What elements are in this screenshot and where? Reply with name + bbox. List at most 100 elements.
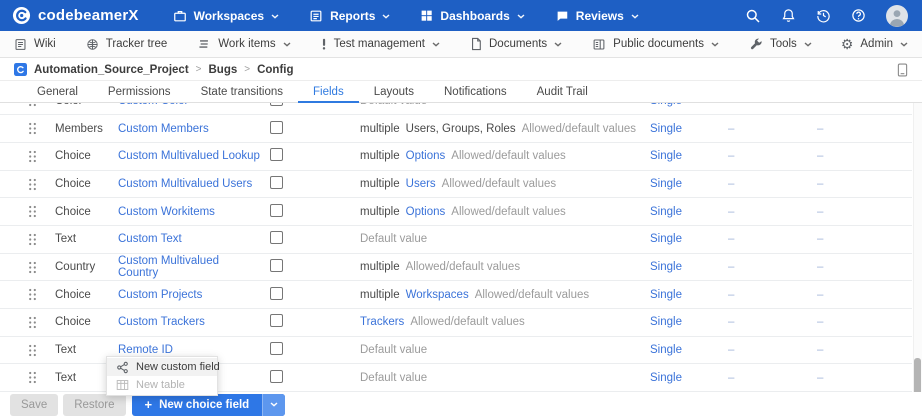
drag-handle[interactable] bbox=[28, 288, 55, 301]
single-cell: Single bbox=[650, 372, 728, 384]
breadcrumb-item-bugs[interactable]: Bugs bbox=[209, 64, 238, 76]
field-checkbox[interactable] bbox=[270, 342, 283, 355]
single-link[interactable]: Single bbox=[650, 178, 682, 190]
drag-handle[interactable] bbox=[28, 103, 55, 107]
tab-fields[interactable]: Fields bbox=[298, 82, 359, 102]
field-name-link[interactable]: Custom Workitems bbox=[118, 206, 215, 218]
field-values: Default value bbox=[360, 372, 650, 384]
field-values: multipleOptionsAllowed/default values bbox=[360, 206, 650, 218]
single-link[interactable]: Single bbox=[650, 372, 682, 384]
field-checkbox[interactable] bbox=[270, 287, 283, 300]
single-link[interactable]: Single bbox=[650, 344, 682, 356]
restore-button[interactable]: Restore bbox=[63, 394, 125, 416]
field-checkbox[interactable] bbox=[270, 103, 283, 106]
single-link[interactable]: Single bbox=[650, 206, 682, 218]
breadcrumb: Automation_Source_Project >Bugs>Config bbox=[0, 59, 922, 81]
field-values-text: Default value bbox=[360, 344, 427, 356]
field-values-text: Default value bbox=[360, 103, 427, 107]
history-icon[interactable] bbox=[816, 8, 831, 23]
toolbar-item-tools[interactable]: Tools bbox=[749, 37, 812, 51]
empty-value: – bbox=[817, 344, 912, 356]
drag-handle[interactable] bbox=[28, 205, 55, 218]
field-values-link[interactable]: Workspaces bbox=[406, 289, 469, 301]
new-choice-field-caret[interactable] bbox=[262, 394, 285, 416]
help-icon[interactable] bbox=[851, 8, 866, 23]
top-menu-label: Workspaces bbox=[194, 9, 264, 23]
vertical-scrollbar[interactable] bbox=[913, 103, 922, 417]
field-name-link[interactable]: Custom Multivalued Users bbox=[118, 178, 252, 190]
field-checkbox-cell bbox=[262, 259, 360, 275]
field-values-link[interactable]: Options bbox=[406, 206, 446, 218]
toolbar-item-public-documents[interactable]: Public documents bbox=[592, 38, 719, 51]
single-link[interactable]: Single bbox=[650, 150, 682, 162]
bookmark-icon[interactable] bbox=[897, 63, 908, 77]
top-menu-reviews[interactable]: Reviews bbox=[555, 9, 639, 23]
toolbar-item-admin[interactable]: ⚙ Admin bbox=[841, 37, 908, 51]
tab-general[interactable]: General bbox=[22, 82, 93, 102]
public-document-icon bbox=[592, 38, 606, 51]
tab-layouts[interactable]: Layouts bbox=[359, 82, 429, 102]
toolbar-item-documents[interactable]: Documents bbox=[470, 37, 562, 51]
single-link[interactable]: Single bbox=[650, 103, 682, 107]
single-cell: Single bbox=[650, 123, 728, 135]
field-checkbox[interactable] bbox=[270, 148, 283, 161]
tab-audit-trail[interactable]: Audit Trail bbox=[522, 82, 603, 102]
field-name-link[interactable]: Custom Members bbox=[118, 123, 209, 135]
toolbar-item-tracker-tree[interactable]: Tracker tree bbox=[86, 38, 168, 51]
field-name-link[interactable]: Remote ID bbox=[118, 344, 173, 356]
drag-handle[interactable] bbox=[28, 178, 55, 191]
drag-handle[interactable] bbox=[28, 371, 55, 384]
field-type: Choice bbox=[55, 316, 118, 328]
tab-state-transitions[interactable]: State transitions bbox=[186, 82, 298, 102]
field-values-link[interactable]: Users bbox=[406, 178, 436, 190]
avatar[interactable] bbox=[886, 5, 908, 27]
field-checkbox[interactable] bbox=[270, 314, 283, 327]
single-link[interactable]: Single bbox=[650, 261, 682, 273]
field-name-link[interactable]: Custom Multivalued Lookup bbox=[118, 150, 260, 162]
field-name-link[interactable]: Custom Trackers bbox=[118, 316, 205, 328]
field-checkbox[interactable] bbox=[270, 259, 283, 272]
field-name-link[interactable]: Custom Text bbox=[118, 233, 182, 245]
field-checkbox[interactable] bbox=[270, 204, 283, 217]
config-tabs: GeneralPermissionsState transitionsField… bbox=[0, 82, 922, 103]
field-checkbox[interactable] bbox=[270, 121, 283, 134]
field-values-text: Users, Groups, Roles bbox=[406, 123, 516, 135]
field-checkbox[interactable] bbox=[270, 370, 283, 383]
drag-handle[interactable] bbox=[28, 233, 55, 246]
save-button[interactable]: Save bbox=[10, 394, 58, 416]
menu-item-new-custom-field[interactable]: New custom field bbox=[107, 358, 217, 376]
toolbar-item-test-management[interactable]: Test management bbox=[321, 37, 440, 51]
field-values-link[interactable]: Options bbox=[406, 150, 446, 162]
menu-item-label: New table bbox=[136, 379, 185, 391]
field-checkbox[interactable] bbox=[270, 231, 283, 244]
single-link[interactable]: Single bbox=[650, 233, 682, 245]
top-menu-reports[interactable]: Reports bbox=[309, 9, 390, 23]
drag-handle[interactable] bbox=[28, 150, 55, 163]
wrench-icon bbox=[749, 37, 763, 51]
empty-value: – bbox=[728, 178, 817, 190]
toolbar-item-wiki[interactable]: Wiki bbox=[14, 38, 56, 51]
breadcrumb-project[interactable]: Automation_Source_Project bbox=[34, 64, 189, 76]
single-link[interactable]: Single bbox=[650, 289, 682, 301]
single-link[interactable]: Single bbox=[650, 316, 682, 328]
search-icon[interactable] bbox=[745, 8, 761, 24]
field-name-link[interactable]: Custom Projects bbox=[118, 289, 202, 301]
top-menu-dashboards[interactable]: Dashboards bbox=[420, 9, 524, 23]
breadcrumb-item-config[interactable]: Config bbox=[257, 64, 293, 76]
app-logo[interactable]: codebeamerX bbox=[12, 6, 139, 25]
toolbar-item-work-items[interactable]: Work items bbox=[197, 37, 290, 51]
field-name-link[interactable]: Custom Multivalued Country bbox=[118, 255, 219, 279]
new-choice-field-button[interactable]: + New choice field bbox=[132, 394, 286, 416]
field-values-link[interactable]: Trackers bbox=[360, 316, 404, 328]
bell-icon[interactable] bbox=[781, 8, 796, 23]
drag-handle[interactable] bbox=[28, 122, 55, 135]
drag-handle[interactable] bbox=[28, 316, 55, 329]
single-link[interactable]: Single bbox=[650, 123, 682, 135]
drag-handle[interactable] bbox=[28, 261, 55, 274]
tab-permissions[interactable]: Permissions bbox=[93, 82, 186, 102]
field-name-link[interactable]: Custom Color bbox=[118, 103, 188, 107]
drag-handle[interactable] bbox=[28, 344, 55, 357]
tab-notifications[interactable]: Notifications bbox=[429, 82, 522, 102]
top-menu-workspaces[interactable]: Workspaces bbox=[173, 9, 279, 23]
field-checkbox[interactable] bbox=[270, 176, 283, 189]
